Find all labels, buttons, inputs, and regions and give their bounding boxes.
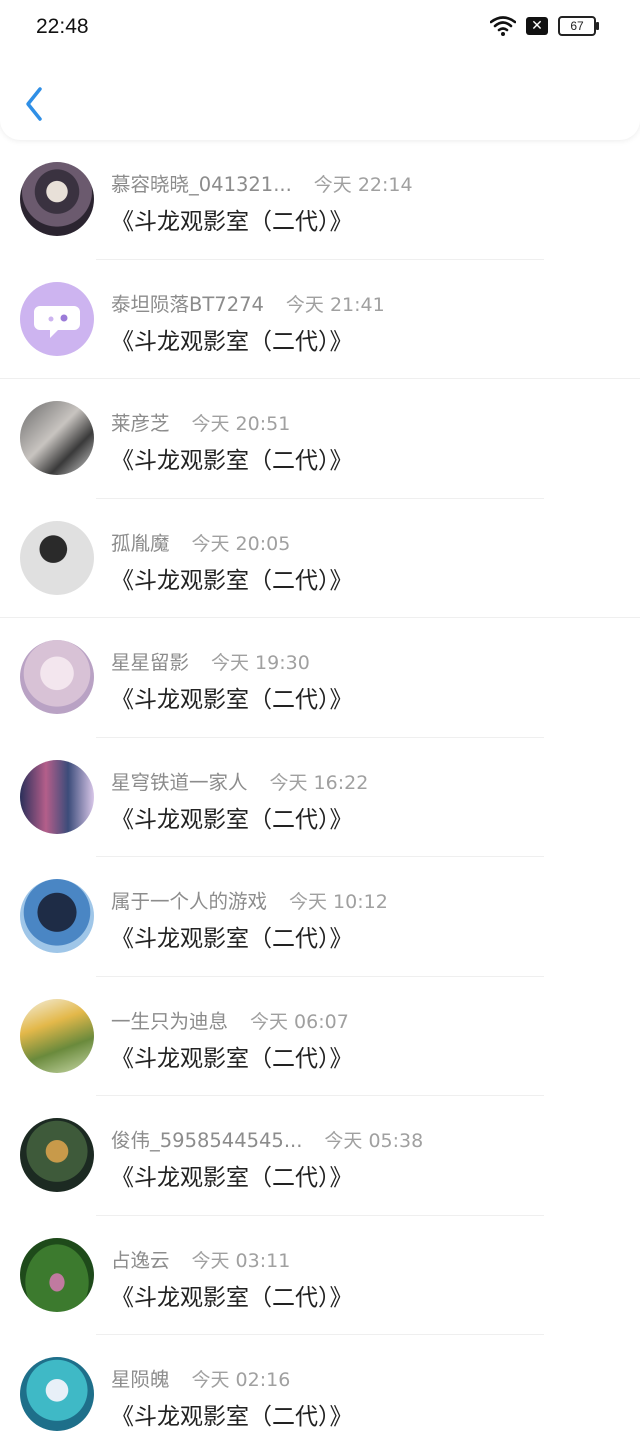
avatar[interactable] — [20, 640, 94, 714]
comment-time: 今天 02:16 — [191, 1369, 291, 1391]
work-title[interactable]: 《斗龙观影室（二代）》 — [111, 441, 353, 475]
avatar[interactable] — [20, 1118, 94, 1192]
work-title[interactable]: 《斗龙观影室（二代）》 — [111, 1158, 353, 1192]
avatar[interactable] — [20, 281, 94, 356]
user-name[interactable]: 泰坦陨落BT7274 — [111, 293, 264, 316]
avatar[interactable] — [20, 1237, 94, 1312]
list-item[interactable]: 泰坦陨落BT7274 今天 21:41 《斗龙观影室（二代）》 — [0, 260, 640, 379]
avatar[interactable] — [20, 520, 94, 595]
no-sim-icon: ✕ — [526, 17, 548, 35]
user-name[interactable]: 慕容晓晓_041321... — [111, 173, 292, 196]
wifi-icon — [490, 16, 516, 36]
comment-time: 今天 22:14 — [313, 174, 413, 196]
comment-time: 今天 16:22 — [269, 771, 369, 794]
back-button[interactable] — [20, 84, 50, 124]
work-title[interactable]: 《斗龙观影室（二代）》 — [111, 1278, 353, 1312]
user-name[interactable]: 一生只为迪息 — [111, 1010, 228, 1033]
work-title[interactable]: 《斗龙观影室（二代）》 — [111, 1039, 353, 1073]
comment-time: 今天 10:12 — [289, 891, 388, 913]
battery-indicator: 67 — [558, 16, 599, 36]
list-item[interactable]: 一生只为迪息 今天 06:07 《斗龙观影室（二代）》 — [0, 977, 640, 1096]
chevron-left-icon — [26, 87, 42, 121]
user-name[interactable]: 莱彦芝 — [111, 412, 170, 435]
work-title[interactable]: 《斗龙观影室（二代）》 — [111, 680, 353, 714]
comment-time: 今天 05:38 — [324, 1130, 424, 1152]
work-title[interactable]: 《斗龙观影室（二代）》 — [111, 800, 353, 834]
list-item[interactable]: 星穹铁道一家人 今天 16:22 《斗龙观影室（二代）》 — [0, 738, 640, 857]
chat-bubble-icon — [34, 305, 80, 338]
list-item[interactable]: 慕容晓晓_041321... 今天 22:14 《斗龙观影室（二代）》 — [0, 140, 640, 260]
avatar[interactable] — [20, 1357, 94, 1431]
comment-time: 今天 19:30 — [211, 652, 310, 674]
avatar[interactable] — [20, 998, 94, 1073]
comment-time: 今天 06:07 — [250, 1010, 349, 1033]
user-name[interactable]: 星星留影 — [111, 651, 189, 674]
comment-list: 慕容晓晓_041321... 今天 22:14 《斗龙观影室（二代）》 泰坦陨落B… — [0, 140, 640, 1455]
comment-time: 今天 21:41 — [285, 293, 385, 316]
avatar[interactable] — [20, 879, 94, 953]
avatar[interactable] — [20, 162, 94, 236]
avatar[interactable] — [20, 401, 94, 475]
user-name[interactable]: 属于一个人的游戏 — [111, 890, 267, 913]
list-item[interactable]: 占逸云 今天 03:11 《斗龙观影室（二代）》 — [0, 1216, 640, 1335]
avatar[interactable] — [20, 759, 94, 834]
user-name[interactable]: 孤胤魔 — [111, 532, 170, 555]
list-item[interactable]: 莱彦芝 今天 20:51 《斗龙观影室（二代）》 — [0, 379, 640, 499]
top-bar: 22:48 ✕ 67 — [0, 0, 640, 140]
comment-time: 今天 20:05 — [191, 532, 291, 555]
comment-time: 今天 20:51 — [191, 413, 291, 435]
user-name[interactable]: 星陨魄 — [111, 1368, 170, 1391]
list-item[interactable]: 孤胤魔 今天 20:05 《斗龙观影室（二代）》 — [0, 499, 640, 618]
work-title[interactable]: 《斗龙观影室（二代）》 — [111, 202, 353, 236]
status-bar: 22:48 ✕ 67 — [0, 0, 640, 56]
list-item[interactable]: 星陨魄 今天 02:16 《斗龙观影室（二代）》 — [0, 1335, 640, 1455]
comment-time: 今天 03:11 — [191, 1249, 291, 1272]
list-item[interactable]: 星星留影 今天 19:30 《斗龙观影室（二代）》 — [0, 618, 640, 738]
work-title[interactable]: 《斗龙观影室（二代）》 — [111, 1397, 353, 1431]
user-name[interactable]: 占逸云 — [111, 1249, 170, 1272]
work-title[interactable]: 《斗龙观影室（二代）》 — [111, 919, 353, 953]
status-time: 22:48 — [36, 15, 89, 38]
list-item[interactable]: 属于一个人的游戏 今天 10:12 《斗龙观影室（二代）》 — [0, 857, 640, 977]
list-item[interactable]: 俊伟_5958544545... 今天 05:38 《斗龙观影室（二代）》 — [0, 1096, 640, 1216]
user-name[interactable]: 俊伟_5958544545... — [111, 1129, 302, 1152]
user-name[interactable]: 星穹铁道一家人 — [111, 771, 248, 794]
work-title[interactable]: 《斗龙观影室（二代）》 — [111, 322, 353, 356]
work-title[interactable]: 《斗龙观影室（二代）》 — [111, 561, 353, 595]
